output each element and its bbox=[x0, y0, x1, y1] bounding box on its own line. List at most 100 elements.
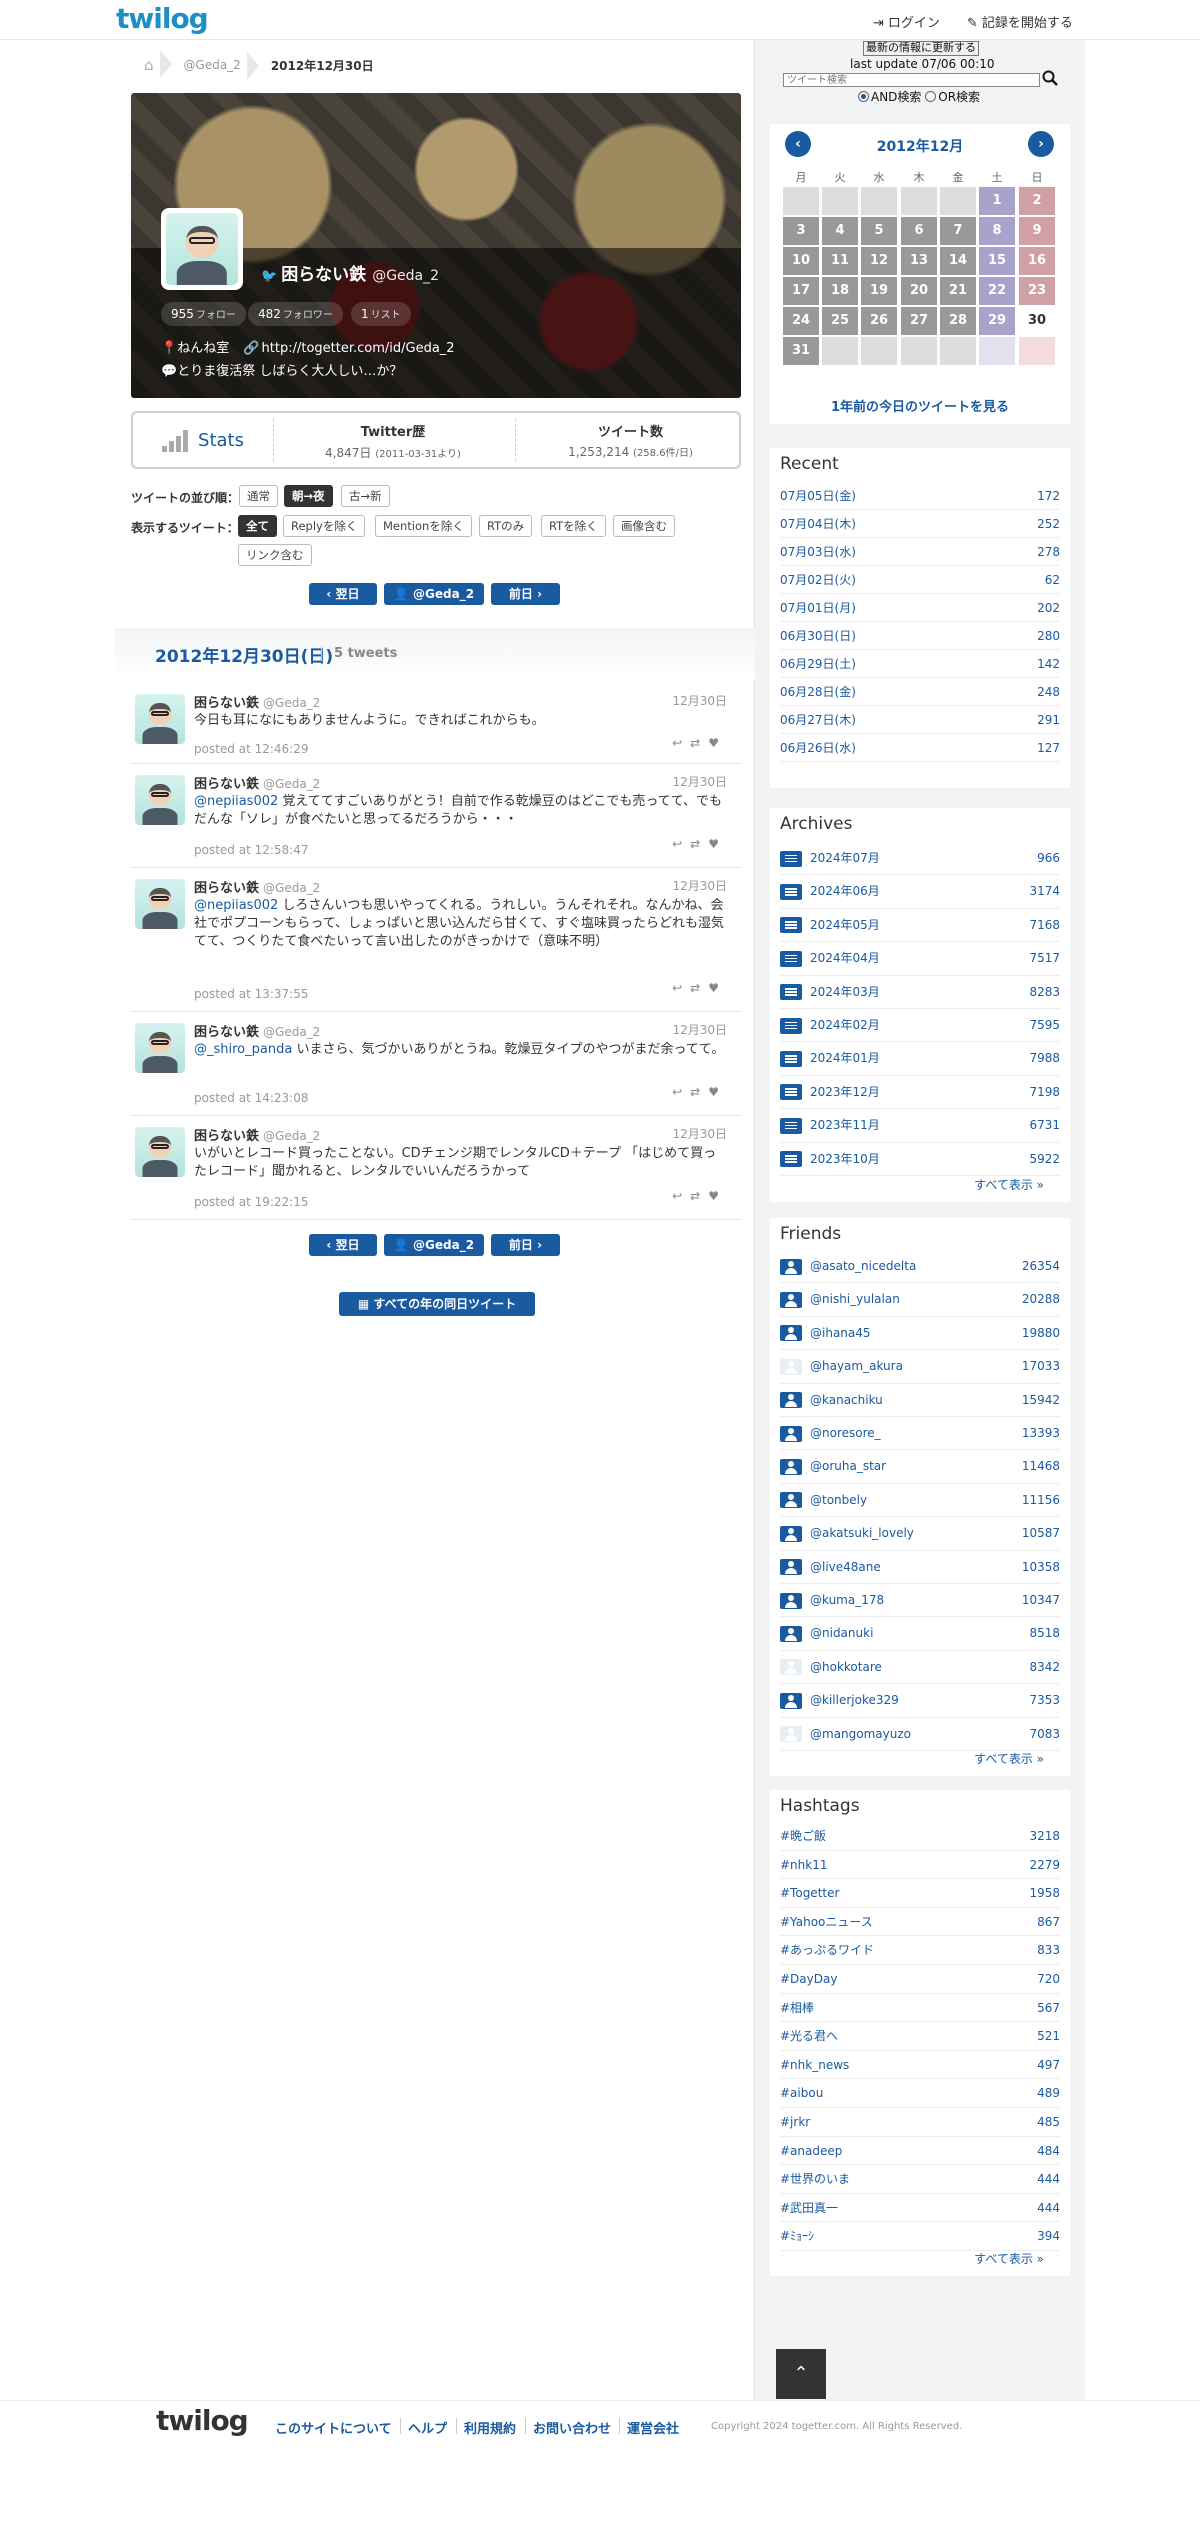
reply-icon[interactable]: ↩ bbox=[672, 1189, 690, 1203]
friends-show-all[interactable]: すべて表示 » bbox=[974, 1750, 1044, 1767]
recent-item[interactable]: 07月01日(月) 202 bbox=[780, 594, 1060, 622]
calendar-day[interactable]: 8 bbox=[979, 217, 1015, 245]
calendar-day[interactable]: 14 bbox=[940, 247, 976, 275]
calendar-next-icon[interactable]: › bbox=[1028, 131, 1054, 157]
recent-item[interactable]: 06月26日(水) 127 bbox=[780, 734, 1060, 762]
hashtags-show-all[interactable]: すべて表示 » bbox=[974, 2250, 1044, 2267]
hashtag-item[interactable]: #あっぷるワイド 833 bbox=[780, 1936, 1060, 1965]
tweet-date[interactable]: 12月30日 bbox=[672, 877, 727, 894]
tweet-mention[interactable]: @_shiro_panda bbox=[194, 1042, 292, 1057]
next-day-button[interactable]: ‹ 翌日 bbox=[309, 583, 377, 605]
archive-item[interactable]: 2023年12月 7198 bbox=[780, 1076, 1060, 1110]
retweet-icon[interactable]: ⇄ bbox=[690, 736, 708, 750]
friend-item[interactable]: @noresore_ 13393 bbox=[780, 1417, 1060, 1451]
friend-item[interactable]: @killerjoke329 7353 bbox=[780, 1684, 1060, 1718]
followers-pill[interactable]: 955 フォロー bbox=[161, 302, 246, 326]
archive-item[interactable]: 2024年03月 8283 bbox=[780, 976, 1060, 1009]
calendar-day[interactable]: 27 bbox=[901, 307, 937, 335]
lists-pill[interactable]: 1 リスト bbox=[351, 302, 411, 326]
hashtag-item[interactable]: #Yahooニュース 867 bbox=[780, 1908, 1060, 1937]
friend-item[interactable]: @hokkotare 8342 bbox=[780, 1651, 1060, 1685]
recent-item[interactable]: 06月28日(金) 248 bbox=[780, 678, 1060, 706]
tweet-search-input[interactable] bbox=[783, 73, 1040, 87]
filter-all[interactable]: 全て bbox=[238, 515, 277, 537]
retweet-icon[interactable]: ⇄ bbox=[690, 981, 708, 995]
reply-icon[interactable]: ↩ bbox=[672, 736, 690, 750]
stats-link[interactable]: Stats bbox=[133, 413, 273, 467]
tweet-avatar[interactable] bbox=[135, 1023, 185, 1073]
calendar-day[interactable]: 4 bbox=[822, 217, 858, 245]
recent-item[interactable]: 06月27日(木) 291 bbox=[780, 706, 1060, 734]
calendar-day[interactable]: 22 bbox=[979, 277, 1015, 305]
calendar-day[interactable]: 7 bbox=[940, 217, 976, 245]
user-button[interactable]: 👤 @Geda_2 bbox=[384, 583, 484, 605]
archive-item[interactable]: 2024年05月 7168 bbox=[780, 909, 1060, 943]
calendar-day[interactable]: 16 bbox=[1019, 247, 1055, 275]
retweet-icon[interactable]: ⇄ bbox=[690, 837, 708, 851]
calendar-day[interactable]: 1 bbox=[979, 187, 1015, 215]
profile-url[interactable]: http://togetter.com/id/Geda_2 bbox=[262, 341, 455, 356]
filter-with-link[interactable]: リンク含む bbox=[238, 544, 312, 566]
reply-icon[interactable]: ↩ bbox=[672, 981, 690, 995]
filter-with-image[interactable]: 画像含む bbox=[613, 515, 675, 537]
friend-item[interactable]: @ihana45 19880 bbox=[780, 1317, 1060, 1351]
friend-item[interactable]: @mangomayuzo 7083 bbox=[780, 1718, 1060, 1751]
tweet-date[interactable]: 12月30日 bbox=[672, 773, 727, 790]
tweet-mention[interactable]: @nepiias002 bbox=[194, 794, 278, 809]
recent-item[interactable]: 06月29日(土) 142 bbox=[780, 650, 1060, 678]
hashtag-item[interactable]: #世界のいま 444 bbox=[780, 2165, 1060, 2194]
home-icon[interactable]: ⌂ bbox=[130, 50, 172, 78]
friend-item[interactable]: @live48ane 10358 bbox=[780, 1551, 1060, 1584]
like-icon[interactable]: ♥ bbox=[708, 837, 727, 851]
following-pill[interactable]: 482 フォロワー bbox=[248, 302, 343, 326]
footer-link-help[interactable]: ヘルプ bbox=[408, 2418, 447, 2437]
tweet-time[interactable]: posted at 14:23:08 bbox=[194, 1091, 309, 1105]
tweet-date[interactable]: 12月30日 bbox=[672, 1021, 727, 1038]
tweet-author[interactable]: 困らない鉄 @Geda_2 bbox=[194, 1125, 320, 1144]
calendar-day[interactable]: 28 bbox=[940, 307, 976, 335]
tweet-date[interactable]: 12月30日 bbox=[672, 692, 727, 709]
recent-item[interactable]: 07月02日(火) 62 bbox=[780, 566, 1060, 594]
friend-item[interactable]: @akatsuki_lovely 10587 bbox=[780, 1517, 1060, 1551]
calendar-day[interactable]: 23 bbox=[1019, 277, 1055, 305]
friend-item[interactable]: @tonbely 11156 bbox=[780, 1484, 1060, 1518]
tweet-avatar[interactable] bbox=[135, 694, 185, 744]
tweet-time[interactable]: posted at 12:58:47 bbox=[194, 843, 309, 857]
retweet-icon[interactable]: ⇄ bbox=[690, 1189, 708, 1203]
reply-icon[interactable]: ↩ bbox=[672, 837, 690, 851]
hashtag-item[interactable]: #ﾐｮｰｼ 394 bbox=[780, 2222, 1060, 2251]
scroll-to-top-icon[interactable]: ⌃ bbox=[776, 2349, 826, 2399]
calendar-day[interactable]: 10 bbox=[783, 247, 819, 275]
archive-item[interactable]: 2023年10月 5922 bbox=[780, 1143, 1060, 1176]
recent-item[interactable]: 07月05日(金) 172 bbox=[780, 482, 1060, 510]
hashtag-item[interactable]: #Togetter 1958 bbox=[780, 1879, 1060, 1908]
calendar-day[interactable]: 29 bbox=[979, 307, 1015, 335]
tweet-author[interactable]: 困らない鉄 @Geda_2 bbox=[194, 1021, 320, 1040]
calendar-day[interactable]: 9 bbox=[1019, 217, 1055, 245]
tweet-avatar[interactable] bbox=[135, 1127, 185, 1177]
filter-no-reply[interactable]: Replyを除く bbox=[283, 515, 366, 537]
recent-item[interactable]: 07月03日(水) 278 bbox=[780, 538, 1060, 566]
archive-item[interactable]: 2024年02月 7595 bbox=[780, 1009, 1060, 1043]
tweet-mention[interactable]: @nepiias002 bbox=[194, 898, 278, 913]
friend-item[interactable]: @nishi_yulalan 20288 bbox=[780, 1283, 1060, 1317]
user-button[interactable]: 👤 @Geda_2 bbox=[384, 1234, 484, 1256]
calendar-day[interactable]: 31 bbox=[783, 337, 819, 365]
and-search-radio[interactable]: AND検索 bbox=[858, 90, 921, 104]
hashtag-item[interactable]: #nhk_news 497 bbox=[780, 2051, 1060, 2080]
tweet-avatar[interactable] bbox=[135, 775, 185, 825]
calendar-day[interactable]: 20 bbox=[901, 277, 937, 305]
login-link[interactable]: ⇥ ログイン bbox=[873, 12, 940, 31]
friend-item[interactable]: @nidanuki 8518 bbox=[780, 1617, 1060, 1651]
tweet-author[interactable]: 困らない鉄 @Geda_2 bbox=[194, 877, 320, 896]
archive-item[interactable]: 2023年11月 6731 bbox=[780, 1109, 1060, 1143]
next-day-button[interactable]: ‹ 翌日 bbox=[309, 1234, 377, 1256]
or-search-radio[interactable]: OR検索 bbox=[925, 90, 980, 104]
tweet-time[interactable]: posted at 19:22:15 bbox=[194, 1195, 309, 1209]
calendar-day[interactable]: 6 bbox=[901, 217, 937, 245]
like-icon[interactable]: ♥ bbox=[708, 1085, 727, 1099]
calendar-day[interactable]: 21 bbox=[940, 277, 976, 305]
footer-link-contact[interactable]: お問い合わせ bbox=[533, 2418, 611, 2437]
calendar-day[interactable]: 25 bbox=[822, 307, 858, 335]
tweet-avatar[interactable] bbox=[135, 879, 185, 929]
